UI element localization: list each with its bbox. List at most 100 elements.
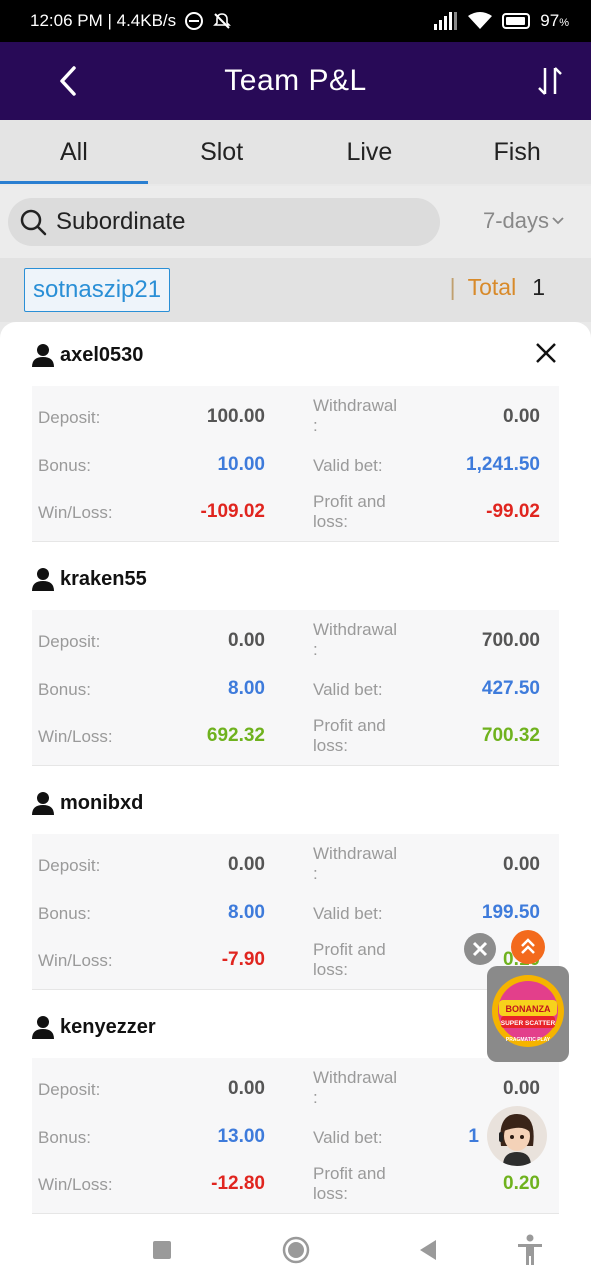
deposit-value: 0.00 <box>228 630 265 651</box>
withdrawal-label: Withdrawal <box>313 620 398 639</box>
back-icon[interactable] <box>410 1232 446 1268</box>
category-tabs: All Slot Live Fish <box>0 120 591 184</box>
game-promo-image: BONANZA SUPER SCATTER PRAGMATIC PLAY <box>492 975 564 1047</box>
winloss-label: Win/Loss: <box>38 1175 113 1194</box>
filter-row: Subordinate 7-days <box>0 186 591 258</box>
tab-all[interactable]: All <box>0 120 148 184</box>
pnl-label-line1: Profit and <box>313 716 386 735</box>
bonus-value: 8.00 <box>228 678 265 699</box>
member-stats: Deposit: 0.00 Withdrawal : 700.00 Bonus:… <box>32 610 559 766</box>
user-icon <box>32 1016 54 1039</box>
member-header: kenyezzer <box>32 1010 559 1044</box>
divider: | <box>449 274 456 300</box>
winloss-label: Win/Loss: <box>38 503 113 522</box>
valid-bet-label: Valid bet: <box>313 680 383 699</box>
scroll-top-button[interactable] <box>511 930 545 964</box>
pnl-label-line1: Profit and <box>313 1164 386 1183</box>
deposit-label: Deposit: <box>38 1080 101 1099</box>
sort-icon[interactable] <box>535 64 565 98</box>
member-card: axel0530 Deposit: 100.00 Withdrawal : 0.… <box>32 338 559 542</box>
member-name: kenyezzer <box>60 1015 156 1038</box>
home-icon[interactable] <box>278 1232 314 1268</box>
member-header: monibxd <box>32 786 559 820</box>
system-nav-bar <box>0 1222 591 1280</box>
member-sheet: axel0530 Deposit: 100.00 Withdrawal : 0.… <box>0 322 591 1222</box>
user-icon <box>32 568 54 591</box>
user-icon <box>32 792 54 815</box>
bonus-value: 13.00 <box>217 1126 265 1147</box>
total-count: | Total 1 <box>450 274 545 301</box>
bonus-value: 8.00 <box>228 902 265 923</box>
withdrawal-value: 0.00 <box>503 1078 540 1099</box>
deposit-label: Deposit: <box>38 632 101 651</box>
battery-icon <box>502 13 531 29</box>
chevron-down-icon <box>552 217 564 225</box>
support-avatar[interactable] <box>487 1106 547 1166</box>
wifi-icon <box>468 12 493 29</box>
valid-bet-value: 199.50 <box>481 902 540 923</box>
valid-bet-value: 1 <box>468 1126 479 1147</box>
member-card: kraken55 Deposit: 0.00 Withdrawal : 700.… <box>32 562 559 766</box>
bonus-label: Bonus: <box>38 680 91 699</box>
pnl-value: 700.32 <box>481 725 540 746</box>
date-range-value: 7-days <box>482 208 549 233</box>
deposit-value: 0.00 <box>228 1078 265 1099</box>
mute-bell-icon <box>213 13 232 29</box>
pnl-label-line2: loss: <box>313 960 348 979</box>
recents-icon[interactable] <box>144 1232 180 1268</box>
date-range-select[interactable]: 7-days <box>483 208 565 234</box>
valid-bet-label: Valid bet: <box>313 456 383 475</box>
bonus-label: Bonus: <box>38 456 91 475</box>
close-promo-button[interactable] <box>464 933 496 965</box>
withdrawal-colon: : <box>313 416 318 435</box>
tab-slot[interactable]: Slot <box>148 120 296 184</box>
member-stats: Deposit: 0.00 Withdrawal : 0.00 Bonus: 8… <box>32 834 559 990</box>
tab-fish[interactable]: Fish <box>443 120 591 184</box>
deposit-label: Deposit: <box>38 856 101 875</box>
valid-bet-value: 427.50 <box>481 678 540 699</box>
back-arrow-icon[interactable] <box>52 64 86 98</box>
winloss-label: Win/Loss: <box>38 727 113 746</box>
subordinate-search[interactable]: Subordinate <box>8 198 440 246</box>
member-name: kraken55 <box>60 567 147 590</box>
battery-level: 97% <box>540 11 569 30</box>
pnl-label-line1: Profit and <box>313 940 386 959</box>
pnl-label-line2: loss: <box>313 736 348 755</box>
search-label: Subordinate <box>56 208 186 235</box>
account-tag[interactable]: sotnaszip21 <box>24 268 171 312</box>
withdrawal-colon: : <box>313 1088 318 1107</box>
withdrawal-label: Withdrawal <box>313 844 398 863</box>
winloss-label: Win/Loss: <box>38 951 113 970</box>
game-promo-banner[interactable]: BONANZA SUPER SCATTER PRAGMATIC PLAY <box>487 966 569 1062</box>
svg-text:SUPER SCATTER: SUPER SCATTER <box>501 1020 556 1027</box>
bonus-value: 10.00 <box>217 454 265 475</box>
accessibility-icon[interactable] <box>512 1232 548 1268</box>
member-name: axel0530 <box>60 343 144 366</box>
app-header: Team P&L <box>0 42 591 120</box>
page-title: Team P&L <box>224 64 367 97</box>
winloss-value: -109.02 <box>200 501 265 522</box>
member-stats: Deposit: 100.00 Withdrawal : 0.00 Bonus:… <box>32 386 559 542</box>
pnl-value: -99.02 <box>486 501 540 522</box>
member-name: monibxd <box>60 791 144 814</box>
member-card: kenyezzer Deposit: 0.00 Withdrawal : 0.0… <box>32 1010 559 1214</box>
withdrawal-colon: : <box>313 640 318 659</box>
signal-icon <box>434 12 458 30</box>
double-chevron-up-icon <box>521 938 535 954</box>
tab-live[interactable]: Live <box>296 120 444 184</box>
status-time: 12:06 PM | 4.4KB/s <box>30 11 177 30</box>
winloss-value: -7.90 <box>221 949 265 970</box>
deposit-label: Deposit: <box>38 408 101 427</box>
member-header: kraken55 <box>32 562 559 596</box>
withdrawal-colon: : <box>313 864 318 883</box>
member-header: axel0530 <box>32 338 559 372</box>
withdrawal-value: 700.00 <box>481 630 540 651</box>
winloss-value: -12.80 <box>211 1173 265 1194</box>
withdrawal-value: 0.00 <box>503 406 540 427</box>
withdrawal-label: Withdrawal <box>313 396 398 415</box>
avatar-image <box>499 1114 534 1166</box>
account-row: sotnaszip21 | Total 1 <box>0 258 591 322</box>
pnl-label-line1: Profit and <box>313 492 386 511</box>
svg-text:BONANZA: BONANZA <box>506 1004 551 1014</box>
user-icon <box>32 344 54 367</box>
